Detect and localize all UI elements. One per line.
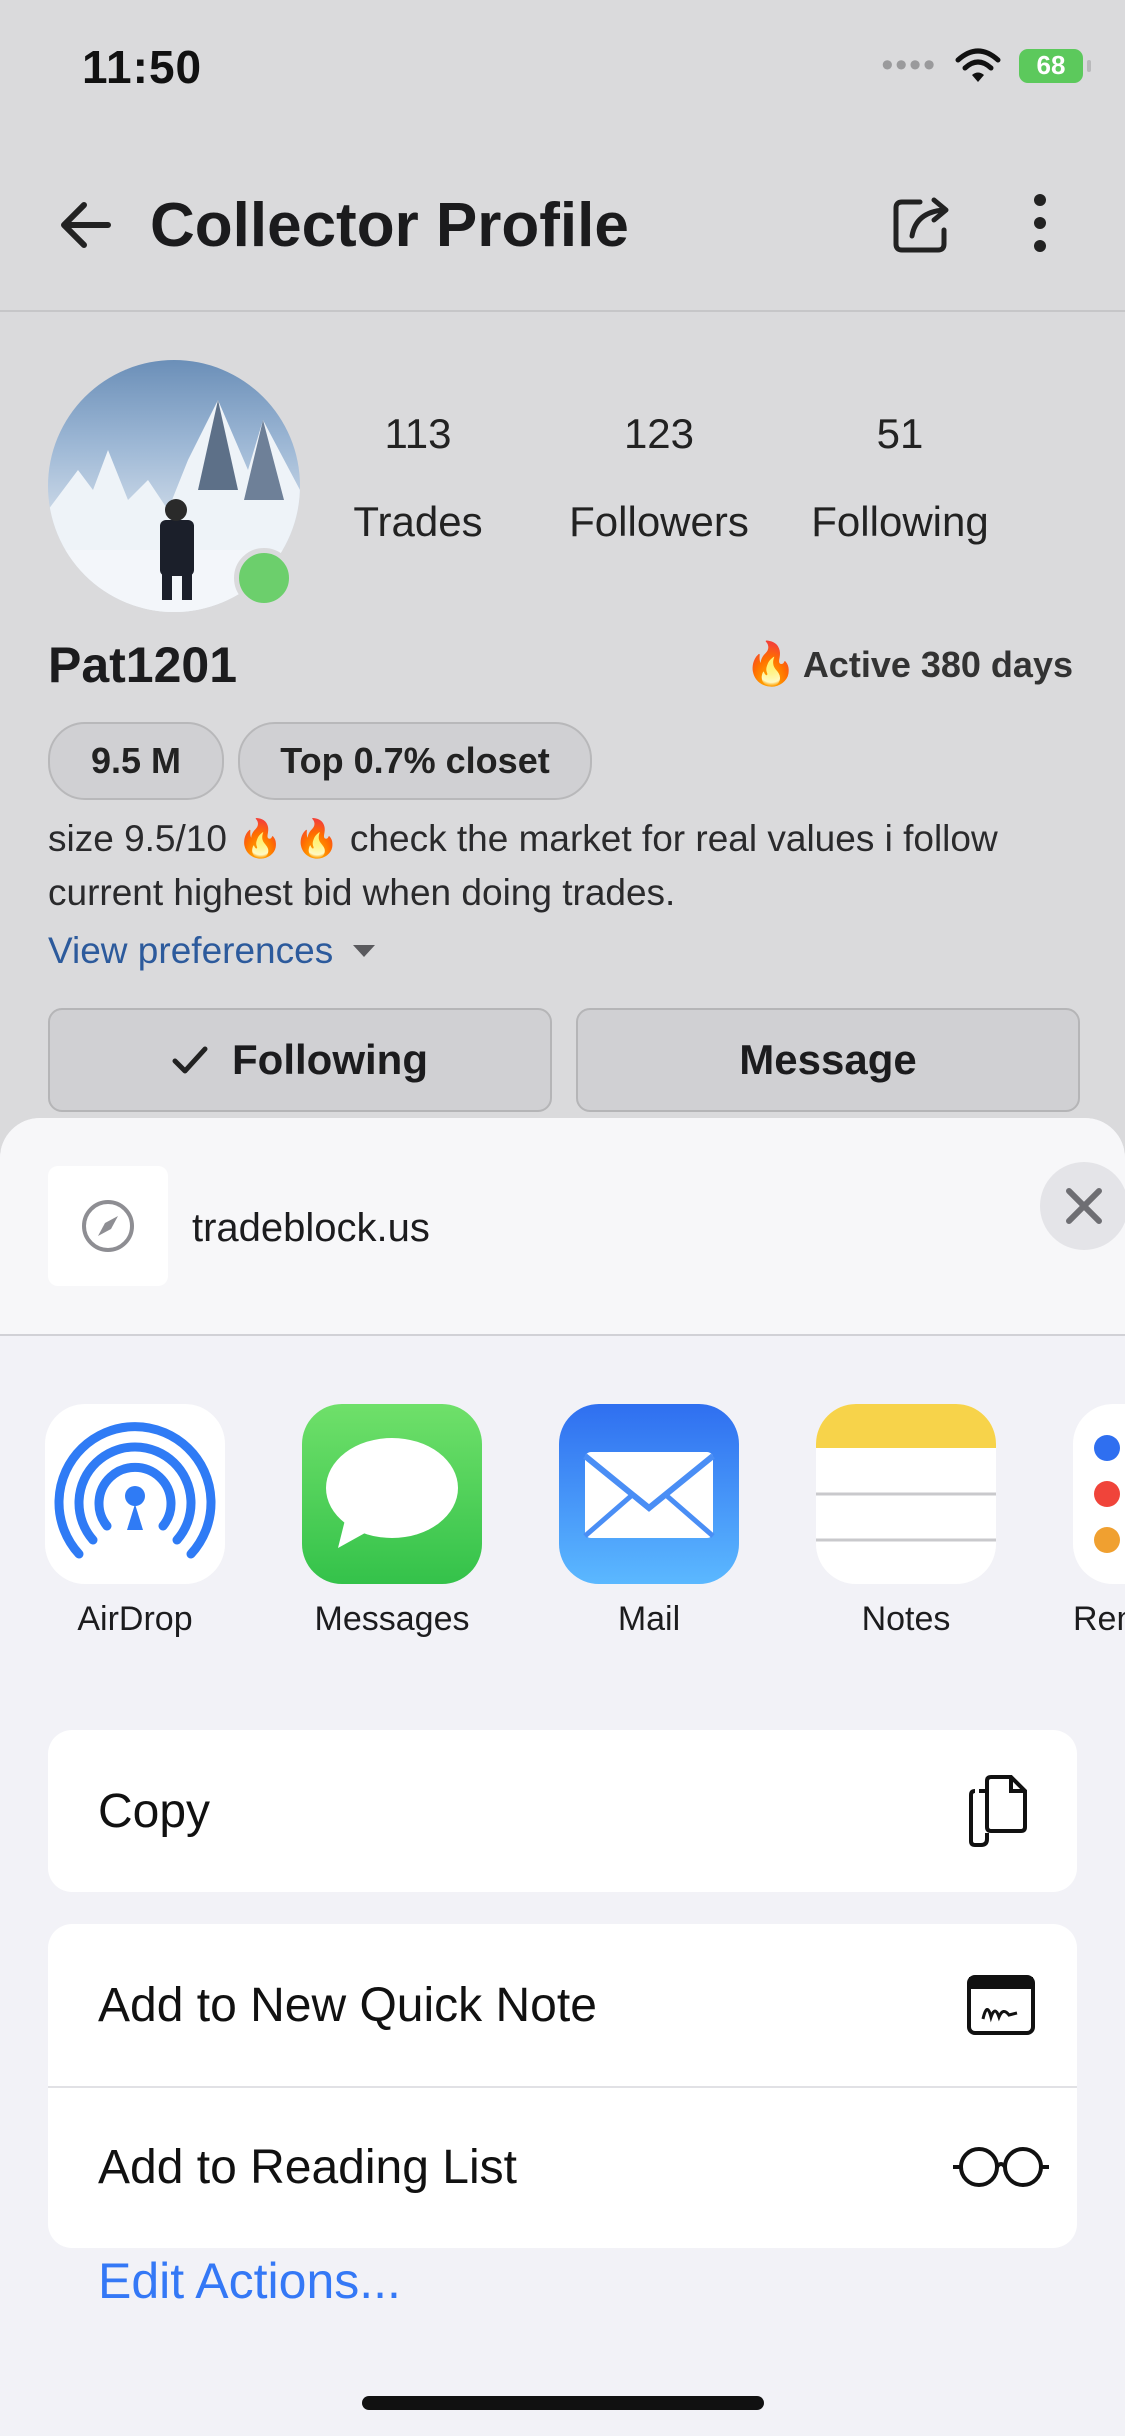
share-icon[interactable]: [890, 190, 956, 256]
share-app-label: Messages: [314, 1600, 470, 1638]
view-preferences-link[interactable]: View preferences: [48, 930, 376, 972]
share-app-mail[interactable]: Mail: [559, 1404, 739, 1639]
action-reading-list[interactable]: Add to Reading List: [48, 2086, 1077, 2248]
notes-icon: [816, 1404, 996, 1584]
reminders-icon: [1073, 1404, 1125, 1584]
view-preferences-label: View preferences: [48, 930, 334, 971]
shared-site-title: tradeblock.us: [192, 1206, 430, 1250]
stat-value: 113: [384, 410, 452, 457]
share-app-notes[interactable]: Notes: [816, 1404, 996, 1639]
share-app-airdrop[interactable]: AirDrop: [45, 1404, 225, 1639]
status-icons: •••• 68: [881, 46, 1091, 85]
airdrop-icon: [45, 1404, 225, 1584]
following-button-label: Following: [232, 1036, 428, 1083]
copy-action-card: Copy: [48, 1730, 1077, 1892]
messages-icon: [302, 1404, 482, 1584]
copy-icon: [969, 1775, 1027, 1847]
cellular-signal-icon: ••••: [881, 46, 937, 84]
stat-followers[interactable]: 123 Followers: [549, 410, 769, 546]
share-app-messages[interactable]: Messages: [302, 1404, 482, 1639]
online-status-indicator: [234, 548, 294, 608]
active-days-label: Active 380 days: [802, 643, 1073, 685]
edit-actions-link[interactable]: Edit Actions...: [98, 2252, 401, 2310]
home-indicator[interactable]: [362, 2396, 764, 2410]
stat-label: Following: [811, 498, 989, 545]
quick-note-icon: [967, 1975, 1035, 2035]
battery-level: 68: [1036, 50, 1066, 80]
stat-trades[interactable]: 113 Trades: [308, 410, 528, 546]
app-bar: Collector Profile: [0, 150, 1125, 312]
share-apps-row: AirDrop Messages Mail Notes Re: [0, 1404, 1125, 1654]
active-days-badge: 🔥 Active 380 days: [745, 640, 1073, 689]
profile-page: 11:50 •••• 68 Collector Profile 113 Trad…: [0, 0, 1125, 1150]
page-title: Collector Profile: [150, 191, 629, 260]
safari-compass-icon: [48, 1166, 168, 1286]
reading-glasses-icon: [953, 2147, 1049, 2187]
close-button[interactable]: [1040, 1162, 1125, 1250]
note-actions-card: Add to New Quick Note Add to Reading Lis…: [48, 1924, 1077, 2248]
status-time: 11:50: [82, 41, 203, 93]
action-label: Copy: [98, 1784, 211, 1838]
stat-value: 123: [623, 410, 695, 457]
share-sheet: tradeblock.us AirDrop Messages Mail Note…: [0, 1118, 1125, 2436]
stat-value: 51: [876, 410, 924, 457]
bio-text: size 9.5/10 🔥 🔥 check the market for rea…: [48, 818, 998, 913]
caret-down-icon: [353, 945, 376, 957]
stat-label: Followers: [569, 498, 749, 545]
action-copy[interactable]: Copy: [48, 1730, 1077, 1892]
wifi-icon: [955, 48, 1001, 82]
checkmark-icon: [172, 1046, 208, 1074]
share-sheet-header: tradeblock.us: [0, 1118, 1125, 1336]
mail-icon: [559, 1404, 739, 1584]
stat-following[interactable]: 51 Following: [790, 410, 1010, 546]
size-chip: 9.5 M: [48, 722, 224, 800]
status-bar: 11:50 •••• 68: [0, 0, 1125, 140]
message-button[interactable]: Message: [576, 1008, 1080, 1112]
share-app-reminders[interactable]: Rem: [1073, 1404, 1125, 1639]
fire-icon: 🔥: [744, 640, 797, 687]
share-app-label: Rem: [1073, 1600, 1125, 1638]
more-options-icon[interactable]: [1020, 190, 1060, 256]
action-label: Add to Reading List: [98, 2140, 517, 2194]
share-app-label: AirDrop: [77, 1600, 193, 1638]
closet-rank-chip: Top 0.7% closet: [238, 722, 592, 800]
action-quick-note[interactable]: Add to New Quick Note: [48, 1924, 1077, 2086]
share-app-label: Notes: [861, 1600, 951, 1638]
action-label: Add to New Quick Note: [98, 1978, 597, 2032]
battery-icon: 68: [1019, 48, 1091, 83]
stat-label: Trades: [353, 498, 483, 545]
share-app-label: Mail: [617, 1600, 681, 1638]
message-button-label: Message: [739, 1036, 917, 1083]
username: Pat1201: [48, 637, 238, 693]
close-icon: [1066, 1188, 1102, 1224]
following-button[interactable]: Following: [48, 1008, 552, 1112]
back-arrow-icon[interactable]: [56, 195, 116, 255]
